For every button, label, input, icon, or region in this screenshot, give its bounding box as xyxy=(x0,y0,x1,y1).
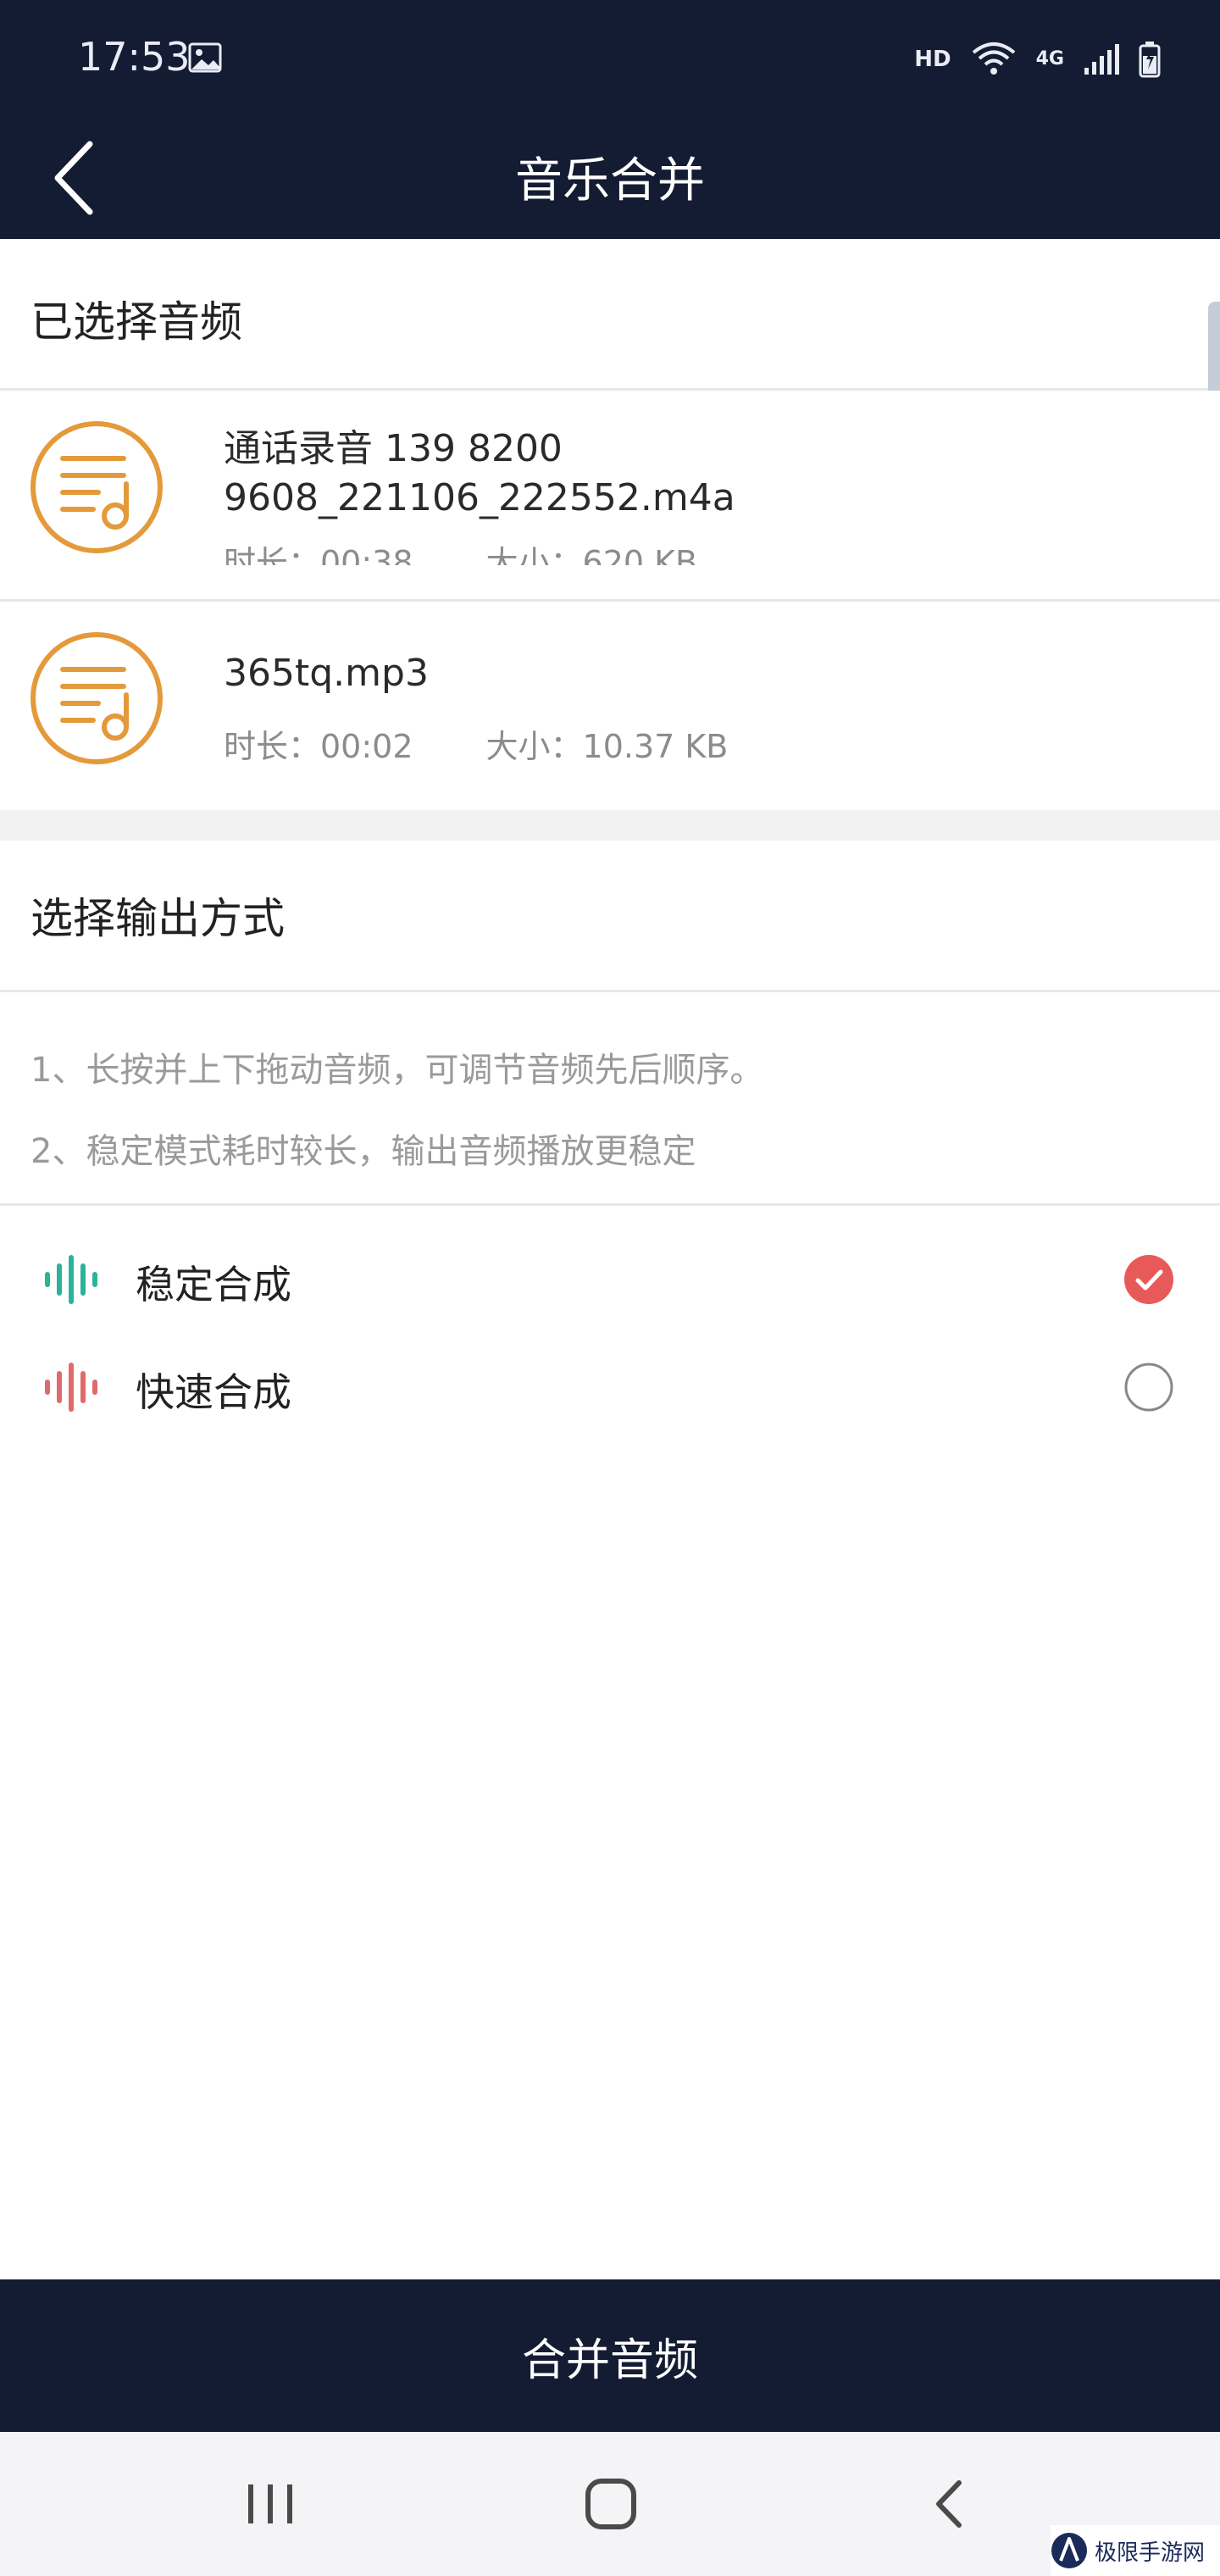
file-meta: 时长：00:38 大小：620 KB xyxy=(224,536,697,565)
file-name: 365tq.mp3 xyxy=(224,652,429,695)
list-item[interactable]: 通话录音 139 8200 9608_221106_222552.m4a 时长：… xyxy=(0,391,1220,599)
file-size: 大小：620 KB xyxy=(485,544,698,565)
list-item[interactable]: 365tq.mp3 时长：00:02 大小：10.37 KB xyxy=(0,602,1220,810)
system-nav-bar xyxy=(0,2432,1220,2576)
battery-icon xyxy=(1139,42,1161,78)
waveform-icon xyxy=(45,1255,97,1304)
file-name: 通话录音 139 8200 9608_221106_222552.m4a xyxy=(224,427,735,519)
watermark-text: 极限手游网 xyxy=(1095,2540,1206,2566)
image-icon xyxy=(188,42,222,73)
home-icon[interactable] xyxy=(573,2466,649,2542)
output-mode-header: 选择输出方式 xyxy=(0,841,1220,990)
status-icons: HD 4G xyxy=(914,34,1161,85)
divider xyxy=(0,1203,1220,1206)
option-label: 快速合成 xyxy=(136,1369,291,1415)
file-meta-clip: 时长：00:38 大小：620 KB xyxy=(224,536,1071,565)
file-size: 大小：10.37 KB xyxy=(485,728,729,765)
selected-audio-header: 已选择音频 xyxy=(0,239,1220,388)
divider xyxy=(0,990,1220,992)
file-duration: 时长：00:02 xyxy=(224,728,413,765)
music-file-icon xyxy=(30,632,163,764)
watermark-logo-icon xyxy=(1051,2533,1087,2568)
check-selected-icon[interactable] xyxy=(1123,1254,1174,1305)
file-duration: 时长：00:38 xyxy=(224,544,413,565)
option-label: 稳定合成 xyxy=(136,1262,291,1307)
option-fast[interactable]: 快速合成 xyxy=(0,1336,1220,1438)
radio-unselected-icon[interactable] xyxy=(1123,1362,1174,1413)
output-mode-heading: 选择输出方式 xyxy=(30,894,285,943)
recent-apps-icon[interactable] xyxy=(232,2466,308,2542)
back-icon[interactable] xyxy=(912,2466,988,2542)
status-bar: 17:53 HD 4G xyxy=(0,0,1220,119)
file-meta: 时长：00:02 大小：10.37 KB xyxy=(224,720,728,767)
watermark: 极限手游网 xyxy=(1051,2525,1220,2576)
network-type: 4G xyxy=(1035,48,1064,69)
selected-audio-heading: 已选择音频 xyxy=(30,297,242,347)
title-bar: 音乐合并 xyxy=(0,119,1220,239)
signal-icon xyxy=(1084,44,1119,75)
merge-audio-label: 合并音频 xyxy=(521,2334,698,2386)
status-time: 17:53 xyxy=(78,34,191,80)
hd-indicator: HD xyxy=(914,47,951,72)
hint-text: 2、稳定模式耗时较长，输出音频播放更稳定 xyxy=(30,1132,696,1171)
page-title: 音乐合并 xyxy=(515,153,705,208)
music-file-icon xyxy=(30,421,163,553)
option-stable[interactable]: 稳定合成 xyxy=(0,1229,1220,1330)
wifi-icon xyxy=(972,42,1015,75)
merge-audio-button[interactable]: 合并音频 xyxy=(0,2279,1220,2432)
waveform-icon xyxy=(45,1363,97,1412)
section-separator xyxy=(0,810,1220,841)
hint-text: 1、长按并上下拖动音频，可调节音频先后顺序。 xyxy=(30,1051,764,1090)
